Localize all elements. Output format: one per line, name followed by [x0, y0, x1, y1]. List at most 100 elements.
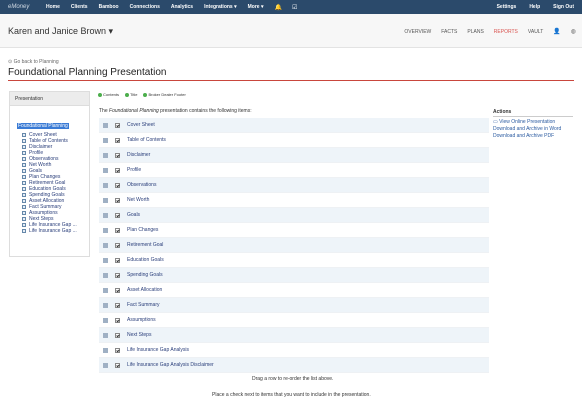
nav-connections[interactable]: Connections	[130, 4, 160, 10]
include-checkbox[interactable]	[115, 182, 120, 188]
list-item[interactable]: Table of Contents	[99, 133, 489, 148]
back-link-label: Go back to Planning	[13, 59, 59, 65]
list-item-label[interactable]: Asset Allocation	[127, 287, 162, 293]
list-item-label[interactable]: Table of Contents	[127, 137, 166, 143]
list-item[interactable]: Fact Summary	[99, 298, 489, 313]
nav-bamboo[interactable]: Bamboo	[99, 4, 119, 10]
tree-root[interactable]: Foundational Planning	[17, 123, 69, 129]
document-icon	[22, 157, 26, 161]
list-item-label[interactable]: Life Insurance Gap Analysis Disclaimer	[127, 362, 214, 368]
include-checkbox[interactable]	[115, 287, 120, 293]
list-item[interactable]: Life Insurance Gap Analysis	[99, 343, 489, 358]
list-item-label[interactable]: Disclaimer	[127, 152, 150, 158]
footer-toggle[interactable]: Broker Dealer Footer	[143, 92, 186, 97]
client-name-dropdown[interactable]: Karen and Janice Brown ▾	[8, 26, 113, 37]
drag-handle-icon[interactable]	[103, 227, 108, 233]
tab-vault[interactable]: VAULT	[528, 29, 543, 35]
drag-handle-icon[interactable]	[103, 242, 108, 248]
nav-help[interactable]: Help	[529, 4, 540, 10]
include-checkbox[interactable]	[115, 197, 120, 203]
drag-handle-icon[interactable]	[103, 167, 108, 173]
drag-handle-icon[interactable]	[103, 257, 108, 263]
list-item-label[interactable]: Spending Goals	[127, 272, 163, 278]
list-item[interactable]: Cover Sheet	[99, 118, 489, 133]
drag-handle-icon[interactable]	[103, 152, 108, 158]
include-checkbox[interactable]	[115, 227, 120, 233]
include-checkbox[interactable]	[115, 167, 120, 173]
drag-handle-icon[interactable]	[103, 182, 108, 188]
tree-item[interactable]: Life Insurance Gap ...	[22, 228, 89, 234]
list-item-label[interactable]: Plan Changes	[127, 227, 158, 233]
drag-handle-icon[interactable]	[103, 272, 108, 278]
list-item-label[interactable]: Life Insurance Gap Analysis	[127, 347, 189, 353]
contents-toggle[interactable]: Contents	[98, 92, 119, 97]
list-item-label[interactable]: Goals	[127, 212, 140, 218]
list-item-label[interactable]: Next Steps	[127, 332, 151, 338]
list-item-label[interactable]: Assumptions	[127, 317, 156, 323]
nav-home[interactable]: Home	[46, 4, 60, 10]
include-checkbox[interactable]	[115, 212, 120, 218]
include-checkbox[interactable]	[115, 332, 120, 338]
download-pdf-link[interactable]: Download and Archive PDF	[493, 133, 573, 140]
drag-handle-icon[interactable]	[103, 287, 108, 293]
tasks-icon[interactable]: ☑	[292, 4, 297, 11]
list-item-label[interactable]: Profile	[127, 167, 141, 173]
tab-overview[interactable]: OVERVIEW	[404, 29, 431, 35]
globe-icon[interactable]: ◍	[571, 28, 576, 35]
list-item[interactable]: Retirement Goal	[99, 238, 489, 253]
drag-handle-icon[interactable]	[103, 212, 108, 218]
list-item-label[interactable]: Fact Summary	[127, 302, 160, 308]
back-link[interactable]: ⊙ Go back to Planning	[8, 59, 59, 65]
include-checkbox[interactable]	[115, 272, 120, 278]
list-item[interactable]: Plan Changes	[99, 223, 489, 238]
list-item-label[interactable]: Retirement Goal	[127, 242, 163, 248]
nav-integrations[interactable]: Integrations ▾	[204, 4, 237, 10]
include-checkbox[interactable]	[115, 137, 120, 143]
tab-plans[interactable]: PLANS	[467, 29, 483, 35]
drag-handle-icon[interactable]	[103, 362, 108, 368]
list-item-label[interactable]: Cover Sheet	[127, 122, 155, 128]
list-item[interactable]: Spending Goals	[99, 268, 489, 283]
list-item-label[interactable]: Education Goals	[127, 257, 164, 263]
drag-handle-icon[interactable]	[103, 347, 108, 353]
drag-handle-icon[interactable]	[103, 122, 108, 128]
bell-icon[interactable]: 🔔	[274, 4, 281, 11]
list-item[interactable]: Observations	[99, 178, 489, 193]
list-item[interactable]: Next Steps	[99, 328, 489, 343]
drag-handle-icon[interactable]	[103, 332, 108, 338]
list-item[interactable]: Assumptions	[99, 313, 489, 328]
include-checkbox[interactable]	[115, 362, 120, 368]
nav-analytics[interactable]: Analytics	[171, 4, 193, 10]
download-word-link[interactable]: Download and Archive in Word	[493, 126, 573, 133]
list-item[interactable]: Education Goals	[99, 253, 489, 268]
list-item[interactable]: Life Insurance Gap Analysis Disclaimer	[99, 358, 489, 373]
list-item-label[interactable]: Net Worth	[127, 197, 149, 203]
list-item-label[interactable]: Observations	[127, 182, 156, 188]
list-item[interactable]: Profile	[99, 163, 489, 178]
include-checkbox[interactable]	[115, 152, 120, 158]
tab-reports[interactable]: REPORTS	[494, 29, 518, 35]
include-checkbox[interactable]	[115, 317, 120, 323]
nav-settings[interactable]: Settings	[497, 4, 517, 10]
drag-handle-icon[interactable]	[103, 197, 108, 203]
drag-handle-icon[interactable]	[103, 302, 108, 308]
nav-sign-out[interactable]: Sign Out	[553, 4, 574, 10]
drag-handle-icon[interactable]	[103, 137, 108, 143]
list-item[interactable]: Net Worth	[99, 193, 489, 208]
nav-more[interactable]: More ▾	[248, 4, 264, 10]
tab-facts[interactable]: FACTS	[441, 29, 457, 35]
include-checkbox[interactable]	[115, 347, 120, 353]
view-online-link[interactable]: ▭ View Online Presentation	[493, 119, 573, 126]
include-checkbox[interactable]	[115, 302, 120, 308]
brand-logo[interactable]: eMoney	[8, 4, 38, 10]
include-checkbox[interactable]	[115, 122, 120, 128]
include-checkbox[interactable]	[115, 257, 120, 263]
list-item[interactable]: Asset Allocation	[99, 283, 489, 298]
title-toggle[interactable]: Title	[125, 92, 137, 97]
user-icon[interactable]: 👤	[553, 28, 560, 35]
list-item[interactable]: Goals	[99, 208, 489, 223]
list-item[interactable]: Disclaimer	[99, 148, 489, 163]
include-checkbox[interactable]	[115, 242, 120, 248]
drag-handle-icon[interactable]	[103, 317, 108, 323]
nav-clients[interactable]: Clients	[71, 4, 88, 10]
